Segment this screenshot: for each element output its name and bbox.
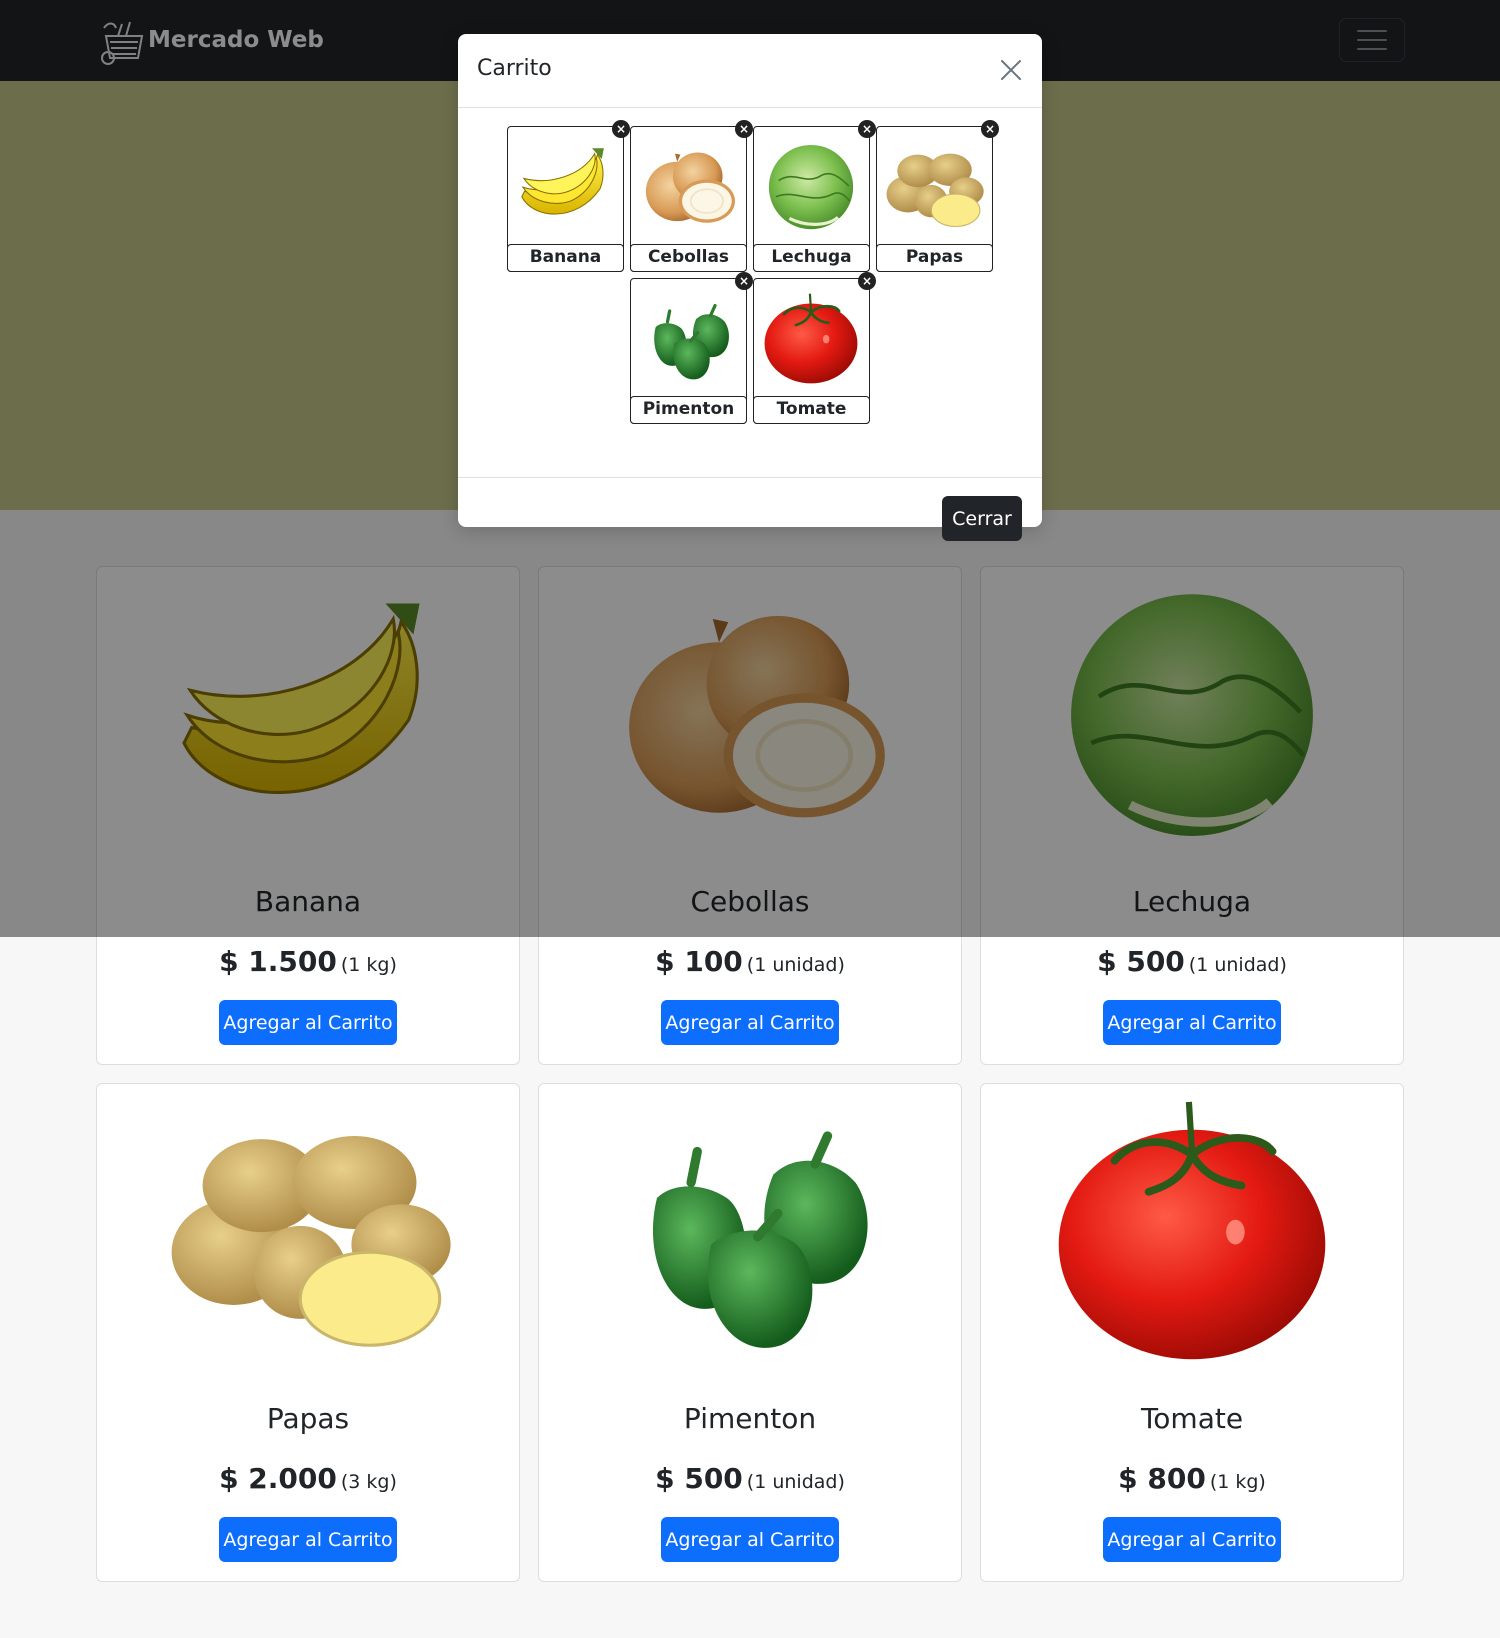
product-price: $ 500 (1 unidad) — [539, 1462, 961, 1495]
add-to-cart-button[interactable]: Agregar al Carrito — [661, 1517, 839, 1562]
tomato-icon — [757, 284, 865, 392]
remove-item-icon[interactable]: × — [858, 272, 876, 290]
cart-item-label: Cebollas — [630, 244, 747, 272]
lettuce-icon — [757, 132, 865, 240]
price-unit: (3 kg) — [340, 1471, 397, 1493]
product-price: $ 800 (1 kg) — [981, 1462, 1403, 1495]
modal-title: Carrito — [477, 56, 552, 81]
cart-item-image — [877, 127, 991, 244]
product-price: $ 2.000 (3 kg) — [97, 1462, 519, 1495]
cart-item: Lechuga × — [753, 120, 876, 272]
cart-modal: Carrito Banana × Cebollas × Lechuga × Pa… — [458, 34, 1042, 541]
cart-item-label: Tomate — [753, 396, 870, 424]
price-unit: (1 kg) — [340, 954, 397, 976]
cart-items: Banana × Cebollas × Lechuga × Papas × Pi… — [507, 120, 999, 424]
cart-item-label: Pimenton — [630, 396, 747, 424]
pepper-icon — [595, 1089, 905, 1369]
add-to-cart-button[interactable]: Agregar al Carrito — [661, 1000, 839, 1045]
add-to-cart-button[interactable]: Agregar al Carrito — [219, 1517, 397, 1562]
product-image — [539, 1084, 961, 1374]
remove-item-icon[interactable]: × — [735, 120, 753, 138]
cart-item: Banana × — [507, 120, 630, 272]
price-amount: $ 1.500 — [219, 945, 337, 978]
banana-icon — [511, 132, 619, 240]
product-card: Papas $ 2.000 (3 kg) Agregar al Carrito — [96, 1083, 520, 1582]
add-to-cart-button[interactable]: Agregar al Carrito — [1103, 1517, 1281, 1562]
cart-item-image — [631, 279, 745, 396]
product-name: Pimenton — [683, 1402, 817, 1435]
product-name: Tomate — [1140, 1402, 1244, 1435]
remove-item-icon[interactable]: × — [735, 272, 753, 290]
cart-item-image — [631, 127, 745, 244]
price-unit: (1 unidad) — [746, 1471, 845, 1493]
pepper-icon — [634, 284, 742, 392]
product-image — [981, 1084, 1403, 1374]
cart-item: Papas × — [876, 120, 999, 272]
tomato-icon — [1037, 1089, 1347, 1369]
modal-header: Carrito — [458, 34, 1042, 108]
price-amount: $ 100 — [655, 945, 743, 978]
price-unit: (1 kg) — [1209, 1471, 1266, 1493]
product-card: Tomate $ 800 (1 kg) Agregar al Carrito — [980, 1083, 1404, 1582]
add-to-cart-button[interactable]: Agregar al Carrito — [219, 1000, 397, 1045]
onion-icon — [634, 132, 742, 240]
cart-item-label: Banana — [507, 244, 624, 272]
product-price: $ 500 (1 unidad) — [981, 945, 1403, 978]
price-amount: $ 500 — [1097, 945, 1185, 978]
cart-item-label: Lechuga — [753, 244, 870, 272]
cart-item-label: Papas — [876, 244, 993, 272]
product-name: Papas — [266, 1402, 350, 1435]
product-card: Pimenton $ 500 (1 unidad) Agregar al Carr… — [538, 1083, 962, 1582]
close-icon[interactable] — [999, 58, 1023, 82]
cart-item: Tomate × — [753, 272, 876, 424]
remove-item-icon[interactable]: × — [612, 120, 630, 138]
remove-item-icon[interactable]: × — [858, 120, 876, 138]
price-amount: $ 800 — [1118, 1462, 1206, 1495]
potato-icon — [880, 132, 988, 240]
cart-item: Cebollas × — [630, 120, 753, 272]
remove-item-icon[interactable]: × — [981, 120, 999, 138]
price-amount: $ 2.000 — [219, 1462, 337, 1495]
cart-item: Pimenton × — [630, 272, 753, 424]
price-unit: (1 unidad) — [1188, 954, 1287, 976]
add-to-cart-button[interactable]: Agregar al Carrito — [1103, 1000, 1281, 1045]
price-unit: (1 unidad) — [746, 954, 845, 976]
cart-item-image — [754, 127, 868, 244]
potato-icon — [153, 1089, 463, 1369]
modal-body: Banana × Cebollas × Lechuga × Papas × Pi… — [458, 108, 1042, 478]
price-amount: $ 500 — [655, 1462, 743, 1495]
cart-item-image — [508, 127, 622, 244]
product-price: $ 1.500 (1 kg) — [97, 945, 519, 978]
product-price: $ 100 (1 unidad) — [539, 945, 961, 978]
cart-item-image — [754, 279, 868, 396]
close-modal-button[interactable]: Cerrar — [942, 496, 1022, 541]
modal-footer: Cerrar — [458, 478, 1042, 541]
product-image — [97, 1084, 519, 1374]
